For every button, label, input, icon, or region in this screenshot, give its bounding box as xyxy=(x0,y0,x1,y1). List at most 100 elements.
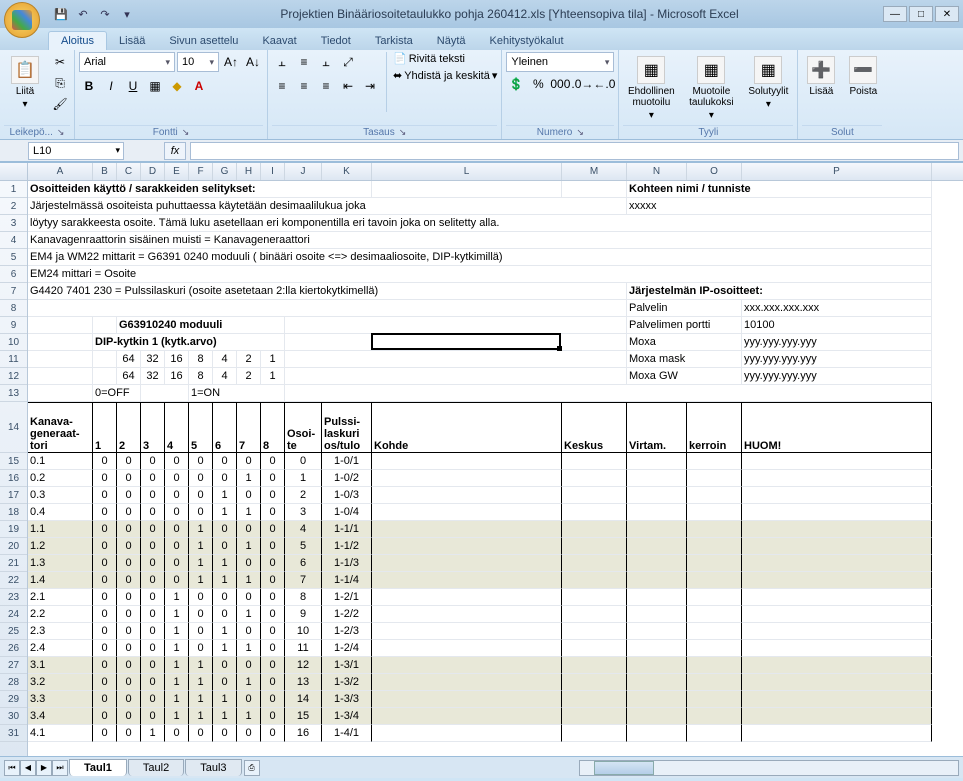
copy-icon[interactable]: ⎘ xyxy=(50,73,70,93)
cell[interactable]: 0 xyxy=(285,453,322,470)
cell[interactable] xyxy=(742,691,932,708)
new-sheet-button[interactable]: ⎙ xyxy=(244,760,260,776)
cell[interactable] xyxy=(372,521,562,538)
cell[interactable]: Järjestelmässä osoiteista puhuttaessa kä… xyxy=(28,198,627,215)
cell[interactable]: 0 xyxy=(189,725,213,742)
next-sheet-button[interactable]: ▶ xyxy=(36,760,52,776)
cell[interactable]: 3 xyxy=(141,402,165,453)
row-header[interactable]: 27 xyxy=(0,657,27,674)
cell[interactable]: 1 xyxy=(189,708,213,725)
cell[interactable]: 1 xyxy=(261,368,285,385)
number-format-combo[interactable]: Yleinen xyxy=(506,52,614,72)
cell[interactable]: 0 xyxy=(141,674,165,691)
cell[interactable]: 1 xyxy=(261,351,285,368)
redo-icon[interactable]: ↷ xyxy=(96,5,114,23)
cell[interactable]: 14 xyxy=(285,691,322,708)
cell[interactable]: 1 xyxy=(213,640,237,657)
font-name-combo[interactable]: Arial xyxy=(79,52,175,72)
cell[interactable] xyxy=(687,504,742,521)
cell[interactable]: Kanava-generaat-tori xyxy=(28,402,93,453)
currency-icon[interactable]: 💲 xyxy=(506,74,526,94)
cell[interactable]: 1 xyxy=(165,589,189,606)
cell[interactable]: 2.3 xyxy=(28,623,93,640)
row-header[interactable]: 13 xyxy=(0,385,27,402)
tab-aloitus[interactable]: Aloitus xyxy=(48,31,107,50)
cell[interactable] xyxy=(687,725,742,742)
cell[interactable] xyxy=(285,351,627,368)
cell[interactable] xyxy=(742,657,932,674)
cell[interactable]: Keskus xyxy=(562,402,627,453)
cell[interactable]: 1-3/1 xyxy=(322,657,372,674)
cell-styles-button[interactable]: ▦Solutyylit▾ xyxy=(743,52,793,114)
select-all-button[interactable] xyxy=(0,163,28,180)
dialog-launcher-icon[interactable]: ↘ xyxy=(57,127,65,138)
cell[interactable]: 0 xyxy=(237,521,261,538)
cell[interactable]: Kanavagenraattorin sisäinen muisti = Kan… xyxy=(28,232,932,249)
cell[interactable]: EM4 ja WM22 mittarit = G6391 0240 moduul… xyxy=(28,249,932,266)
row-header[interactable]: 1 xyxy=(0,181,27,198)
cell[interactable]: 1-0/3 xyxy=(322,487,372,504)
cell[interactable] xyxy=(562,555,627,572)
cell[interactable] xyxy=(28,368,93,385)
cell[interactable] xyxy=(372,708,562,725)
cell[interactable] xyxy=(285,385,932,402)
row-header[interactable]: 9 xyxy=(0,317,27,334)
cell[interactable] xyxy=(372,691,562,708)
cell[interactable] xyxy=(627,504,687,521)
cell[interactable]: 1 xyxy=(93,402,117,453)
cell[interactable]: 0 xyxy=(117,453,141,470)
cell[interactable]: 0 xyxy=(189,487,213,504)
cell[interactable] xyxy=(742,589,932,606)
col-header-F[interactable]: F xyxy=(189,163,213,180)
format-as-table-button[interactable]: ▦Muotoile taulukoksi▾ xyxy=(683,52,739,125)
minimize-button[interactable]: — xyxy=(883,6,907,22)
tab-tarkista[interactable]: Tarkista xyxy=(363,32,425,50)
cell[interactable]: 1 xyxy=(165,657,189,674)
row-header[interactable]: 8 xyxy=(0,300,27,317)
cell[interactable]: 0 xyxy=(93,521,117,538)
cell[interactable]: 4 xyxy=(213,351,237,368)
cell[interactable]: 1-0/1 xyxy=(322,453,372,470)
cell[interactable] xyxy=(687,657,742,674)
row-header[interactable]: 6 xyxy=(0,266,27,283)
sheet-tab-1[interactable]: Taul1 xyxy=(69,759,127,776)
cell[interactable]: Järjestelmän IP-osoitteet: xyxy=(627,283,932,300)
cell[interactable]: 1-3/3 xyxy=(322,691,372,708)
cell[interactable]: 0 xyxy=(117,708,141,725)
cell[interactable] xyxy=(687,674,742,691)
row-header[interactable]: 15 xyxy=(0,453,27,470)
cell[interactable]: 4 xyxy=(165,402,189,453)
cell[interactable]: 16 xyxy=(285,725,322,742)
cell[interactable]: 1-3/4 xyxy=(322,708,372,725)
cell[interactable]: 0 xyxy=(213,589,237,606)
cell[interactable]: 1 xyxy=(213,487,237,504)
increase-decimal-icon[interactable]: .0→ xyxy=(572,74,592,94)
cell[interactable]: 1.3 xyxy=(28,555,93,572)
cell[interactable] xyxy=(562,521,627,538)
cell[interactable]: 0 xyxy=(117,487,141,504)
col-header-K[interactable]: K xyxy=(322,163,372,180)
cell[interactable]: 0 xyxy=(93,538,117,555)
border-button[interactable]: ▦ xyxy=(145,76,165,96)
cell[interactable]: 1 xyxy=(165,691,189,708)
cell[interactable]: 1-2/1 xyxy=(322,589,372,606)
cell[interactable] xyxy=(687,640,742,657)
cell[interactable]: EM24 mittari = Osoite xyxy=(28,266,932,283)
cell[interactable] xyxy=(687,708,742,725)
row-header[interactable]: 22 xyxy=(0,572,27,589)
cell[interactable]: 2.4 xyxy=(28,640,93,657)
cell[interactable] xyxy=(742,555,932,572)
cell[interactable] xyxy=(372,538,562,555)
cell[interactable]: 3.4 xyxy=(28,708,93,725)
row-header[interactable]: 29 xyxy=(0,691,27,708)
cell[interactable] xyxy=(687,487,742,504)
cell[interactable]: 1 xyxy=(189,674,213,691)
cell[interactable]: 1 xyxy=(213,623,237,640)
row-header[interactable]: 14 xyxy=(0,402,27,453)
cell[interactable] xyxy=(742,640,932,657)
cell[interactable]: 1-0/2 xyxy=(322,470,372,487)
tab-kaavat[interactable]: Kaavat xyxy=(250,32,308,50)
cell[interactable]: 11 xyxy=(285,640,322,657)
col-header-E[interactable]: E xyxy=(165,163,189,180)
cell[interactable] xyxy=(28,334,93,351)
